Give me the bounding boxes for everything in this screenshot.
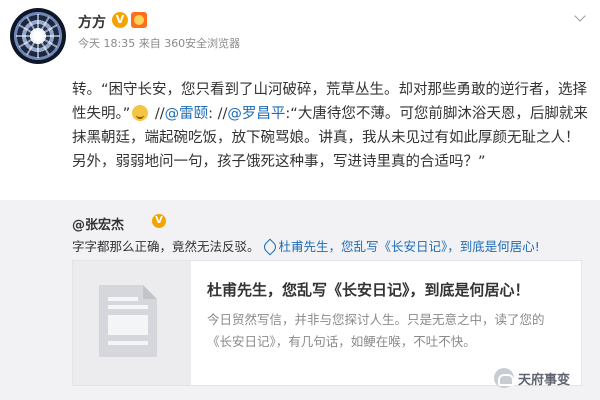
wechat-logo-icon	[494, 368, 514, 388]
link-icon	[261, 238, 279, 256]
document-thumbnail-icon	[99, 285, 157, 357]
verified-icon: V	[152, 214, 166, 228]
fan-badge-icon[interactable]	[131, 12, 147, 28]
grin-emoji-icon	[132, 105, 149, 121]
post-body: 转。“困守长安，您只看到了山河破碎，荒草丛生。却对那些勇敢的逆行者，选择性失明。…	[72, 78, 592, 174]
watermark: 天府事变	[494, 366, 586, 390]
article-thumbnail	[73, 261, 191, 385]
article-title[interactable]: 杜甫先生，您乱写《长安日记》，到底是何居心！	[207, 279, 530, 300]
repost-text: 字字都那么正确，竟然无法反驳。 杜甫先生，您乱写《长安日记》，到底是何居心!	[72, 236, 540, 256]
article-link[interactable]: 杜甫先生，您乱写《长安日记》，到底是何居心!	[279, 239, 540, 254]
post-username[interactable]: 方方	[78, 12, 106, 32]
article-description: 今日贸然写信，并非与您探讨人生。只是无意之中，读了您的《长安日记》，有几句话，如…	[207, 312, 545, 349]
repost-block: @张宏杰 V 字字都那么正确，竟然无法反驳。杜甫先生，您乱写《长安日记》，到底是…	[0, 200, 600, 400]
post-text-sep2: : //	[208, 106, 228, 122]
repost-comment: 字字都那么正确，竟然无法反驳。	[72, 239, 260, 254]
weibo-post: 方方 V 今天 18:35 来自 360安全浏览器 转。“困守长安，您只看到了山…	[0, 0, 600, 200]
post-meta: 今天 18:35 来自 360安全浏览器	[78, 37, 241, 50]
mention-link-2[interactable]: @罗昌平	[227, 106, 285, 122]
repost-username[interactable]: @张宏杰	[72, 214, 124, 233]
chevron-down-icon[interactable]	[574, 10, 586, 22]
watermark-text: 天府事变	[518, 373, 571, 388]
verified-icon: V	[112, 12, 128, 28]
mention-link-1[interactable]: @雷颐	[165, 106, 209, 122]
avatar[interactable]	[10, 8, 66, 64]
post-text-sep1: //	[150, 106, 165, 122]
